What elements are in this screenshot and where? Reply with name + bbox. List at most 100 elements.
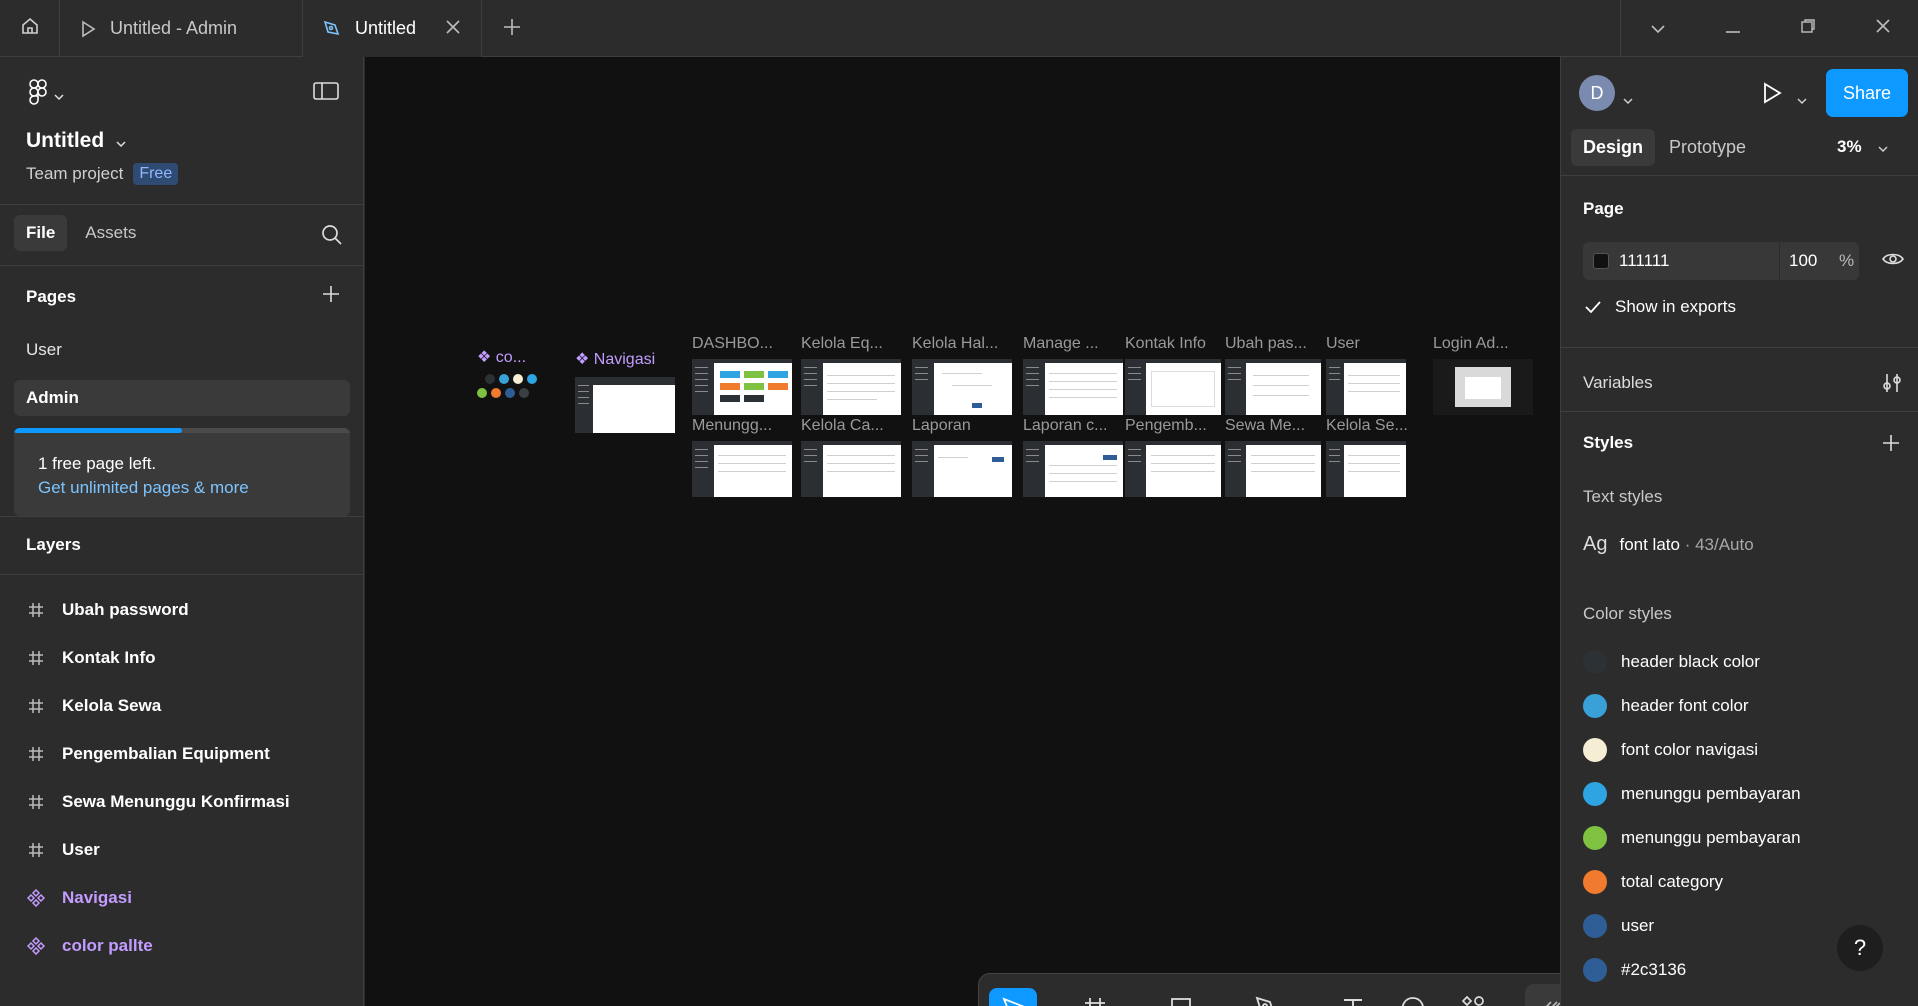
close-window-button[interactable] (1845, 0, 1918, 57)
text-style-item[interactable]: Ag font lato · 43/Auto (1583, 533, 1754, 556)
layer-item[interactable]: Navigasi (26, 883, 132, 913)
share-button[interactable]: Share (1826, 69, 1908, 117)
frame-label-kelola-equipment[interactable]: Kelola Eq... (801, 335, 883, 353)
minimize-button[interactable] (1695, 0, 1770, 57)
tab-prototype[interactable]: Prototype (1657, 129, 1758, 166)
frame-thumbnail[interactable] (692, 359, 792, 415)
layer-item[interactable]: Sewa Menunggu Konfirmasi (26, 787, 290, 817)
page-item-admin[interactable]: Admin (14, 380, 350, 416)
avatar[interactable]: D (1579, 75, 1615, 111)
new-tab-button[interactable] (492, 14, 532, 44)
layer-item[interactable]: User (26, 835, 100, 865)
frame-label-menunggu[interactable]: Menungg... (692, 417, 772, 435)
fill-hex-input[interactable]: 111111 (1619, 251, 1669, 271)
text-tool-button[interactable] (1329, 988, 1377, 1006)
frame-label-laporan[interactable]: Laporan (912, 417, 971, 435)
frame-thumbnail[interactable] (1125, 359, 1221, 415)
pen-tool-button[interactable] (1243, 988, 1291, 1006)
file-name-button[interactable]: Untitled (26, 129, 126, 153)
tab-untitled-admin[interactable]: Untitled - Admin (60, 0, 303, 57)
frame-label-kontak-info[interactable]: Kontak Info (1125, 335, 1206, 353)
layer-item[interactable]: color pallte (26, 931, 153, 961)
main-menu-button[interactable] (28, 79, 64, 110)
color-style-item[interactable]: font color navigasi (1583, 737, 1758, 763)
zoom-control[interactable]: 3% (1837, 137, 1888, 157)
shape-tool-button[interactable] (1157, 988, 1205, 1006)
frame-label-color[interactable]: ❖ co... (477, 347, 526, 367)
chevron-down-icon[interactable] (1623, 89, 1633, 109)
layer-item[interactable]: Ubah password (26, 595, 189, 625)
tab-untitled[interactable]: Untitled (303, 0, 482, 57)
add-style-button[interactable] (1881, 433, 1901, 458)
draw-mode-button[interactable] (1531, 990, 1560, 1006)
layer-item[interactable]: Kontak Info (26, 643, 156, 673)
frame-thumbnail[interactable] (1023, 441, 1123, 497)
frame-thumbnail[interactable] (801, 359, 901, 415)
frame-thumbnail[interactable] (1225, 359, 1321, 415)
tab-file[interactable]: File (14, 215, 68, 251)
search-button[interactable] (321, 224, 343, 251)
variables-button[interactable] (1881, 373, 1903, 398)
chevron-down-icon[interactable] (1131, 1002, 1141, 1006)
present-button[interactable] (1761, 81, 1783, 110)
help-button[interactable]: ? (1837, 925, 1883, 971)
tabs-dropdown-button[interactable] (1620, 0, 1695, 57)
frame-label-kelola-category[interactable]: Kelola Ca... (801, 417, 884, 435)
show-in-exports-row[interactable]: Show in exports (1583, 297, 1736, 317)
frame-label-ubah-password[interactable]: Ubah pas... (1225, 335, 1307, 353)
visibility-toggle[interactable] (1881, 251, 1905, 272)
frame-label-kelola-halaman[interactable]: Kelola Hal... (912, 335, 998, 353)
comment-tool-button[interactable] (1389, 988, 1437, 1006)
color-style-item[interactable]: menunggu pembayaran (1583, 781, 1801, 807)
layer-item[interactable]: Pengembalian Equipment (26, 739, 270, 769)
frame-label-pengembalian[interactable]: Pengemb... (1125, 417, 1207, 435)
frame-label-laporan-c[interactable]: Laporan c... (1023, 417, 1108, 435)
frame-thumbnail[interactable] (1326, 359, 1406, 415)
tab-assets[interactable]: Assets (73, 215, 148, 251)
tab-design[interactable]: Design (1571, 129, 1656, 166)
frame-label-login-admin[interactable]: Login Ad... (1433, 335, 1509, 353)
chevron-down-icon[interactable] (1303, 1002, 1313, 1006)
frame-thumbnail[interactable] (1023, 359, 1123, 415)
chevron-down-icon[interactable] (1045, 1002, 1055, 1006)
frame-label-dashboard[interactable]: DASHBO... (692, 335, 773, 353)
color-style-item[interactable]: total category (1583, 869, 1723, 895)
add-page-button[interactable] (321, 284, 341, 309)
color-style-item[interactable]: header font color (1583, 693, 1749, 719)
design-canvas[interactable]: ❖ co... ❖ Navigasi DASHBO... Kelola Eq..… (365, 57, 1560, 1006)
frame-thumbnail[interactable] (1125, 441, 1221, 497)
plan-badge[interactable]: Free (133, 163, 179, 185)
toggle-sidebar-button[interactable] (313, 81, 339, 106)
home-button[interactable] (0, 0, 60, 57)
frame-thumbnail[interactable] (912, 441, 1012, 497)
color-style-item[interactable]: menunggu pembayaran (1583, 825, 1801, 851)
page-item-user[interactable]: User (14, 332, 350, 368)
frame-label-sewa-menunggu[interactable]: Sewa Me... (1225, 417, 1305, 435)
chevron-down-icon[interactable] (1797, 89, 1807, 109)
color-style-item[interactable]: user (1583, 913, 1654, 939)
check-icon[interactable] (1583, 297, 1603, 317)
frame-label-user[interactable]: User (1326, 335, 1360, 353)
frame-thumbnail[interactable] (1433, 359, 1533, 415)
restore-button[interactable] (1770, 0, 1845, 57)
frame-thumbnail[interactable] (912, 359, 1012, 415)
navigasi-frame[interactable] (575, 377, 675, 433)
color-style-item[interactable]: header black color (1583, 649, 1760, 675)
chevron-down-icon[interactable] (1217, 1002, 1227, 1006)
frame-thumbnail[interactable] (801, 441, 901, 497)
move-tool-button[interactable] (989, 988, 1037, 1006)
layer-item[interactable]: Kelola Sewa (26, 691, 161, 721)
frame-label-navigasi[interactable]: ❖ Navigasi (575, 349, 655, 369)
frame-thumbnail[interactable] (692, 441, 792, 497)
frame-thumbnail[interactable] (1225, 441, 1321, 497)
frame-label-manage[interactable]: Manage ... (1023, 335, 1099, 353)
color-swatch[interactable] (1593, 253, 1609, 269)
frame-label-kelola-sewa[interactable]: Kelola Se... (1326, 417, 1408, 435)
frame-tool-button[interactable] (1071, 988, 1119, 1006)
opacity-input[interactable]: 100 (1789, 251, 1817, 271)
close-icon[interactable] (445, 19, 461, 35)
upsell-link[interactable]: Get unlimited pages & more (38, 478, 249, 498)
color-style-item[interactable]: #2c3136 (1583, 957, 1686, 983)
page-fill-row[interactable]: 111111 100 % (1583, 242, 1859, 280)
frame-thumbnail[interactable] (1326, 441, 1406, 497)
